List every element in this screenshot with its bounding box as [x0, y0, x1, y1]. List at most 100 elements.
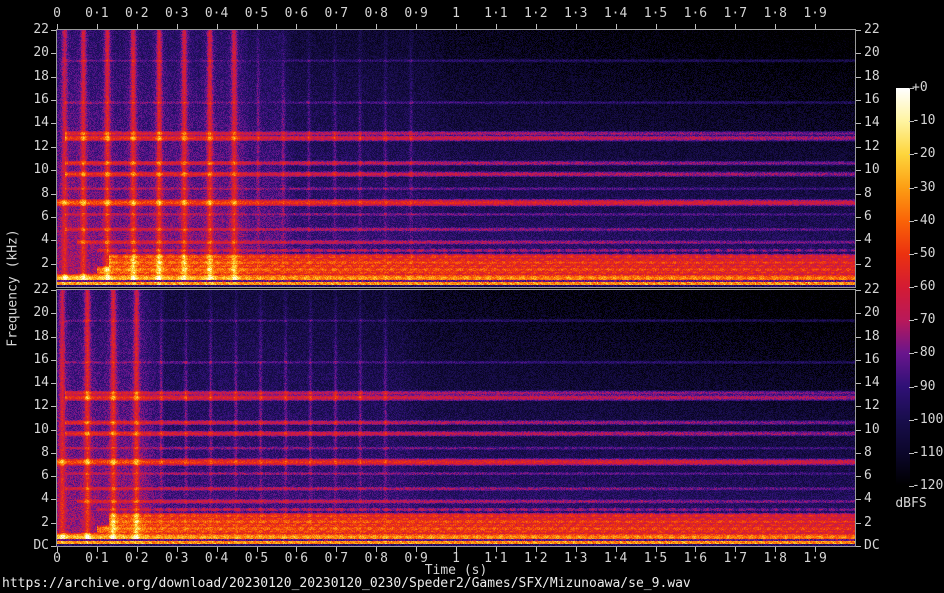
- freq-tick-label: 2: [0, 516, 49, 530]
- freq-tick-label: 14: [0, 376, 49, 390]
- x-tick-label: 1·5: [644, 552, 667, 566]
- x-tick-label: 1·8: [763, 7, 786, 21]
- freq-tick-mark: [856, 194, 861, 195]
- freq-tick-label: 20: [0, 46, 49, 60]
- x-tick-mark: [576, 24, 577, 29]
- colorbar-tick-label: -100: [912, 413, 943, 427]
- freq-tick-label: 6: [864, 210, 872, 224]
- freq-tick-label: 18: [0, 330, 49, 344]
- freq-tick-label: 12: [0, 399, 49, 413]
- x-tick-mark: [616, 24, 617, 29]
- source-url: https://archive.org/download/20230120_20…: [2, 576, 691, 591]
- freq-tick-label: 12: [864, 399, 880, 413]
- freq-tick-label: 4: [0, 492, 49, 506]
- freq-tick-mark: [856, 499, 861, 500]
- x-tick-label: 0: [53, 552, 61, 566]
- freq-tick-label: 6: [0, 210, 49, 224]
- freq-tick-mark: [856, 430, 861, 431]
- freq-tick-label: 22: [0, 283, 49, 297]
- x-tick-label: 1·9: [803, 552, 826, 566]
- freq-tick-label: 6: [864, 469, 872, 483]
- x-tick-label: 1·1: [484, 552, 507, 566]
- x-tick-mark: [137, 24, 138, 29]
- freq-tick-label: 4: [864, 233, 872, 247]
- freq-tick-mark: [856, 546, 861, 547]
- freq-tick-mark: [856, 313, 861, 314]
- freq-tick-label: 18: [864, 330, 880, 344]
- colorbar-tick-label: -90: [912, 380, 935, 394]
- freq-tick-mark: [856, 53, 861, 54]
- freq-tick-label: 10: [0, 163, 49, 177]
- freq-tick-label: DC: [0, 539, 49, 553]
- freq-tick-label: 8: [864, 187, 872, 201]
- freq-tick-label: 10: [0, 423, 49, 437]
- freq-tick-mark: [51, 406, 56, 407]
- freq-tick-mark: [51, 523, 56, 524]
- colorbar-tick-label: -120: [912, 479, 943, 493]
- x-tick-label: 0·7: [325, 552, 348, 566]
- freq-tick-label: 10: [864, 163, 880, 177]
- x-tick-label: 1·7: [724, 552, 747, 566]
- freq-tick-label: 2: [0, 257, 49, 271]
- colorbar-tick-label: -80: [912, 346, 935, 360]
- freq-tick-mark: [856, 453, 861, 454]
- freq-tick-label: 16: [864, 353, 880, 367]
- freq-tick-mark: [856, 77, 861, 78]
- x-tick-label: 1·4: [604, 7, 627, 21]
- freq-tick-mark: [856, 383, 861, 384]
- x-tick-label: 0·8: [364, 552, 387, 566]
- freq-tick-label: 20: [864, 46, 880, 60]
- x-tick-mark: [656, 24, 657, 29]
- freq-tick-mark: [51, 100, 56, 101]
- colorbar-tick-label: -60: [912, 280, 935, 294]
- colorbar-unit-label: dBFS: [895, 496, 926, 511]
- x-tick-label: 0·7: [325, 7, 348, 21]
- freq-tick-mark: [856, 476, 861, 477]
- colorbar-tick-label: -50: [912, 247, 935, 261]
- spectrogram-figure: Frequency (kHz) 00·10·20·30·40·50·60·70·…: [0, 0, 944, 593]
- freq-tick-mark: [856, 240, 861, 241]
- freq-tick-mark: [51, 170, 56, 171]
- x-tick-mark: [97, 24, 98, 29]
- freq-tick-label: 14: [864, 116, 880, 130]
- x-tick-mark: [775, 24, 776, 29]
- freq-tick-mark: [51, 240, 56, 241]
- freq-tick-label: 6: [0, 469, 49, 483]
- freq-tick-mark: [856, 170, 861, 171]
- x-tick-label: 0·5: [245, 552, 268, 566]
- x-tick-mark: [57, 24, 58, 29]
- x-tick-mark: [815, 24, 816, 29]
- freq-tick-label: 16: [0, 353, 49, 367]
- x-tick-label: 1·3: [564, 7, 587, 21]
- x-tick-label: 0: [53, 7, 61, 21]
- x-tick-mark: [456, 24, 457, 29]
- x-tick-mark: [695, 24, 696, 29]
- x-tick-mark: [257, 24, 258, 29]
- freq-tick-label: 2: [864, 257, 872, 271]
- x-tick-mark: [336, 24, 337, 29]
- x-tick-mark: [217, 24, 218, 29]
- freq-tick-label: 8: [0, 187, 49, 201]
- freq-tick-label: 4: [0, 233, 49, 247]
- freq-tick-mark: [51, 337, 56, 338]
- freq-tick-label: 20: [864, 306, 880, 320]
- x-tick-label: 0·9: [404, 7, 427, 21]
- freq-tick-label: 12: [864, 140, 880, 154]
- x-tick-label: 0·3: [165, 7, 188, 21]
- x-tick-label: 1·7: [724, 7, 747, 21]
- freq-tick-label: 12: [0, 140, 49, 154]
- x-tick-label: 1·5: [644, 7, 667, 21]
- x-tick-label: 1·2: [524, 552, 547, 566]
- freq-tick-label: 22: [864, 23, 880, 37]
- freq-tick-mark: [51, 290, 56, 291]
- freq-tick-mark: [856, 264, 861, 265]
- freq-tick-mark: [51, 217, 56, 218]
- x-tick-label: 0·4: [205, 552, 228, 566]
- freq-tick-label: DC: [864, 539, 880, 553]
- freq-tick-mark: [856, 360, 861, 361]
- freq-tick-mark: [51, 123, 56, 124]
- x-tick-label: 1·2: [524, 7, 547, 21]
- x-tick-label: 1: [452, 7, 460, 21]
- freq-tick-mark: [856, 290, 861, 291]
- colorbar-tick-label: -110: [912, 446, 943, 460]
